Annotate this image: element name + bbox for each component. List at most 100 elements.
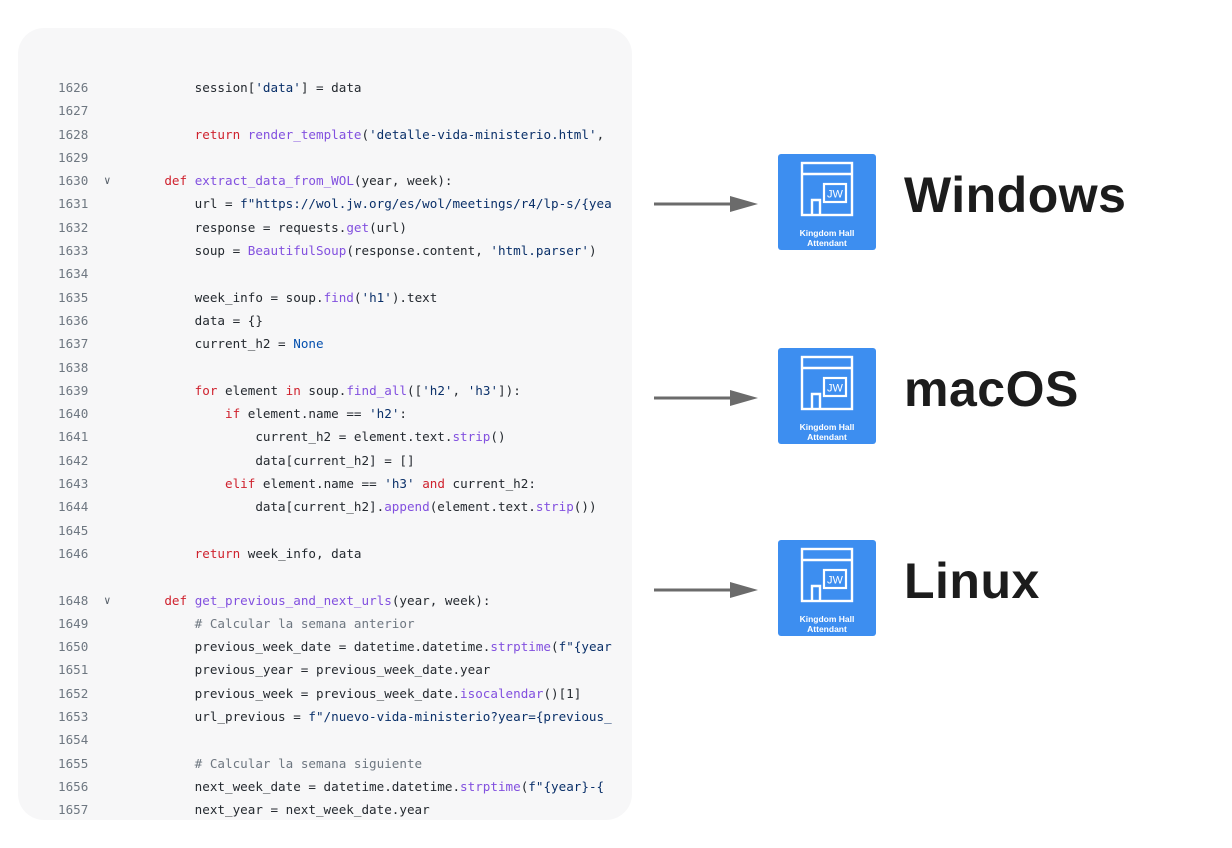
chevron-down-icon[interactable]: ∨ — [104, 589, 118, 612]
code-line: 1640 if element.name == 'h2': — [18, 402, 632, 425]
line-number: 1629 — [58, 149, 89, 165]
line-number: 1640 — [58, 406, 89, 422]
code-text: url = f"https://wol.jw.org/es/wol/meetin… — [134, 196, 612, 212]
code-line: 1645 — [18, 519, 632, 542]
code-line: 1655 # Calcular la semana siguiente — [18, 752, 632, 775]
chevron-down-icon[interactable]: ∨ — [104, 169, 118, 192]
app-caption-line2: Attendant — [807, 237, 847, 248]
code-text: previous_week_date = datetime.datetime.s… — [134, 639, 612, 655]
line-number: 1655 — [58, 755, 89, 771]
platform-row-windows: JW Kingdom Hall Attendant Windows — [654, 154, 1214, 254]
arrow-right-icon — [654, 390, 758, 406]
code-line: 1633 soup = BeautifulSoup(response.conte… — [18, 239, 632, 262]
code-text: session['data'] = data — [134, 80, 362, 95]
line-number: 1628 — [58, 126, 89, 142]
code-line: 1649 # Calcular la semana anterior — [18, 612, 632, 635]
code-text: soup = BeautifulSoup(response.content, '… — [134, 243, 597, 259]
code-line: 1630 ∨ def extract_data_from_WOL(year, we… — [18, 169, 632, 192]
code-text: data = {} — [134, 312, 263, 328]
code-line: 1639 for element in soup.find_all(['h2',… — [18, 379, 632, 402]
code-line: 1628 return render_template('detalle-vid… — [18, 123, 632, 146]
code-text: # Calcular la semana anterior — [194, 615, 415, 631]
code-line: 1652 previous_week = previous_week_date.… — [18, 682, 632, 705]
building-icon: JW — [800, 355, 854, 411]
line-number: 1632 — [58, 219, 89, 235]
code-line: 1631 url = f"https://wol.jw.org/es/wol/m… — [18, 192, 632, 215]
code-text: next_week_date = datetime.datetime.strpt… — [134, 778, 605, 794]
line-number: 1648 — [58, 592, 89, 608]
code-text: previous_week = previous_week_date.isoca… — [134, 685, 582, 701]
app-caption: Kingdom Hall Attendant — [778, 614, 876, 634]
code-text: return week_info, data — [194, 545, 362, 561]
code-text: def get_previous_and_next_urls(year, wee… — [164, 592, 491, 608]
code-text: elif element.name == 'h3' and current_h2… — [225, 476, 536, 492]
code-text: for element in soup.find_all(['h2', 'h3'… — [194, 382, 521, 398]
code-line: 1651 previous_year = previous_week_date.… — [18, 658, 632, 681]
app-caption: Kingdom Hall Attendant — [778, 422, 876, 442]
line-number: 1639 — [58, 382, 89, 398]
line-number: 1649 — [58, 615, 89, 631]
code-text: next_year = next_week_date.year — [134, 802, 430, 818]
os-label-macos: macOS — [904, 361, 1079, 417]
line-number: 1653 — [58, 709, 89, 725]
kingdom-hall-app-icon: JW Kingdom Hall Attendant — [778, 540, 876, 636]
line-number: 1626 — [58, 80, 89, 95]
svg-text:JW: JW — [827, 575, 844, 587]
line-number: 1641 — [58, 429, 89, 445]
os-label-linux: Linux — [904, 553, 1040, 609]
code-text: data[current_h2].append(element.text.str… — [134, 499, 597, 515]
code-text: previous_year = previous_week_date.year — [134, 662, 491, 678]
code-line: 1642 data[current_h2] = [] — [18, 449, 632, 472]
code-text: data[current_h2] = [] — [134, 452, 415, 468]
arrow-right-icon — [654, 582, 758, 598]
line-number: 1651 — [58, 662, 89, 678]
kingdom-hall-app-icon: JW Kingdom Hall Attendant — [778, 348, 876, 444]
svg-text:JW: JW — [827, 383, 844, 395]
app-caption-line2: Attendant — [807, 623, 847, 634]
code-line: 1650 previous_week_date = datetime.datet… — [18, 635, 632, 658]
line-number: 1645 — [58, 522, 89, 538]
code-line: 1635 week_info = soup.find('h1').text — [18, 286, 632, 309]
app-caption: Kingdom Hall Attendant — [778, 228, 876, 248]
code-line: 1626 session['data'] = data — [18, 76, 632, 99]
code-line: 1632 response = requests.get(url) — [18, 216, 632, 239]
code-line: 1641 current_h2 = element.text.strip() — [18, 425, 632, 448]
line-number: 1657 — [58, 802, 89, 818]
line-number: 1636 — [58, 312, 89, 328]
line-number: 1631 — [58, 196, 89, 212]
code-line: 1646 return week_info, data — [18, 542, 632, 565]
code-text: if element.name == 'h2': — [225, 406, 408, 422]
code-line: 1643 elif element.name == 'h3' and curre… — [18, 472, 632, 495]
line-number: 1634 — [58, 266, 89, 282]
line-number: 1630 — [58, 173, 89, 189]
code-line: 1648 ∨ def get_previous_and_next_urls(yea… — [18, 589, 632, 612]
kingdom-hall-app-icon: JW Kingdom Hall Attendant — [778, 154, 876, 250]
line-number: 1638 — [58, 359, 89, 375]
svg-text:JW: JW — [827, 189, 844, 201]
line-number: 1656 — [58, 778, 89, 794]
line-number: 1627 — [58, 103, 89, 119]
code-line: 1636 data = {} — [18, 309, 632, 332]
app-caption-line2: Attendant — [807, 431, 847, 442]
line-number: 1633 — [58, 243, 89, 259]
code-text: current_h2 = None — [134, 336, 324, 352]
code-lines: 1626 session['data'] = data 1627 1628 retu… — [18, 76, 632, 820]
line-number: 1643 — [58, 476, 89, 492]
code-line: 1653 url_previous = f"/nuevo-vida-minist… — [18, 705, 632, 728]
code-line: 1629 — [18, 146, 632, 169]
os-label-windows: Windows — [904, 167, 1127, 223]
code-text: def extract_data_from_WOL(year, week): — [164, 173, 453, 189]
code-line: 1634 — [18, 262, 632, 285]
code-line: 1644 data[current_h2].append(element.tex… — [18, 495, 632, 518]
line-number: 1654 — [58, 732, 89, 748]
code-line: 1657 next_year = next_week_date.year — [18, 798, 632, 820]
line-number: 1635 — [58, 289, 89, 305]
line-number: 1637 — [58, 336, 89, 352]
building-icon: JW — [800, 547, 854, 603]
line-number: 1652 — [58, 685, 89, 701]
arrow-right-icon — [654, 196, 758, 212]
code-line: 1627 — [18, 99, 632, 122]
code-line: 1656 next_week_date = datetime.datetime.… — [18, 775, 632, 798]
code-text: # Calcular la semana siguiente — [194, 755, 423, 771]
code-line: 1638 — [18, 356, 632, 379]
